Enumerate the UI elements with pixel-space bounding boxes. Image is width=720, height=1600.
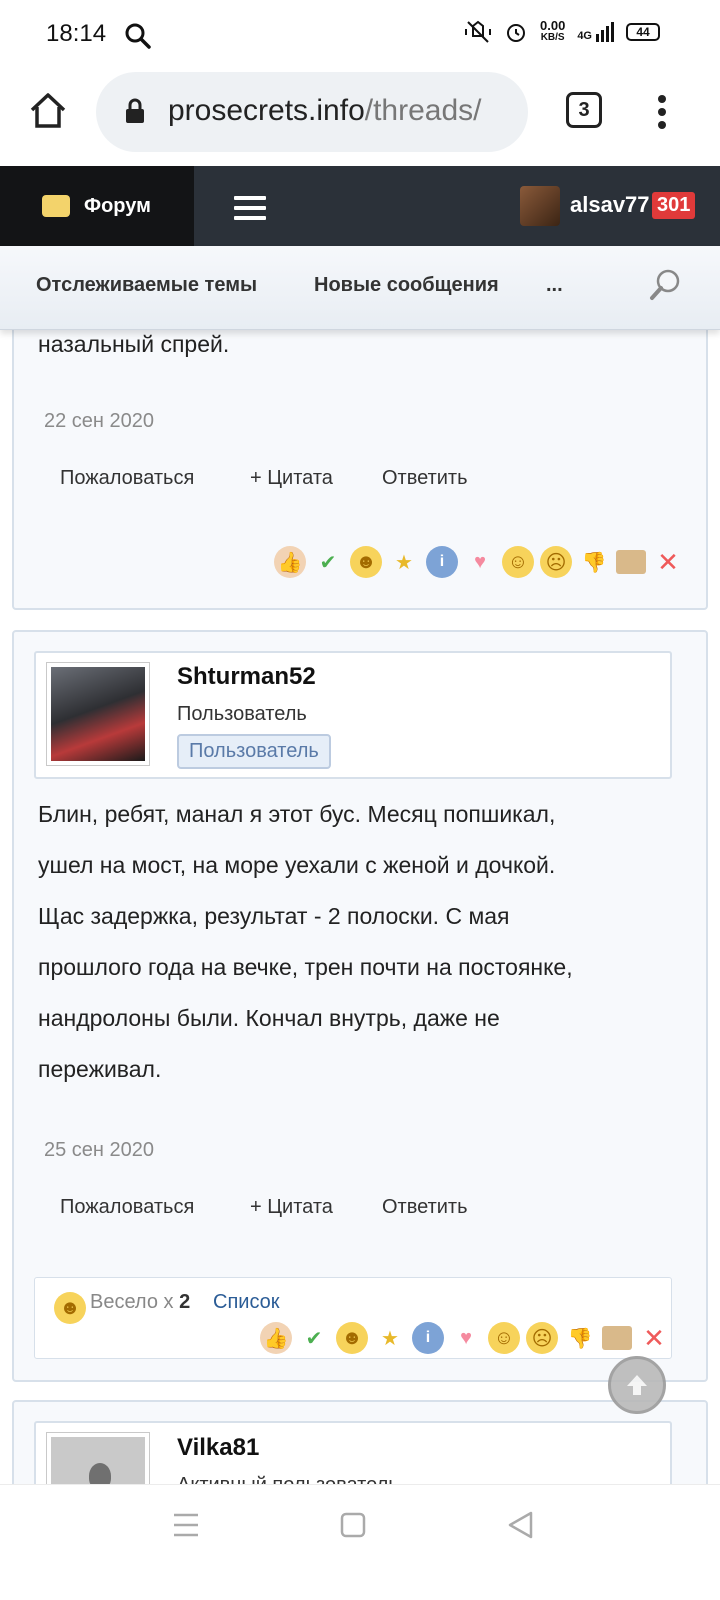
reaction-bar: 👍 ✔ ☻ ★ i ♥ ☺ ☹ 👎 ✕ <box>274 546 684 578</box>
mute-vibrate-icon <box>465 20 491 43</box>
wow-icon[interactable]: ☺ <box>488 1322 520 1354</box>
tab-watched-threads[interactable]: Отслеживаемые темы <box>36 274 257 297</box>
search-icon <box>125 23 151 49</box>
status-time: 18:14 <box>46 20 107 47</box>
tab-more[interactable]: ... <box>546 274 563 297</box>
heart-icon[interactable]: ♥ <box>464 546 496 578</box>
user-group-badge: Пользователь <box>177 734 331 769</box>
check-icon[interactable]: ✔ <box>298 1322 330 1354</box>
menu-icon[interactable] <box>234 196 266 220</box>
tabs-button[interactable]: 3 <box>566 92 602 128</box>
post-text-line: переживал. <box>38 1056 162 1082</box>
sad-icon[interactable]: ☹ <box>540 546 572 578</box>
check-icon[interactable]: ✔ <box>312 546 344 578</box>
reaction-bar: 👍 ✔ ☻ ★ i ♥ ☺ ☹ 👎 ✕ <box>260 1322 670 1354</box>
scroll-to-top-button[interactable] <box>608 1356 666 1414</box>
status-icons: 0.00 KB/S 4G 44 <box>464 18 660 44</box>
home-square-icon[interactable] <box>340 1512 366 1538</box>
chat-bubble-icon <box>42 195 70 217</box>
back-icon[interactable] <box>506 1510 534 1540</box>
cross-icon[interactable]: ✕ <box>638 1322 670 1354</box>
reply-button[interactable]: Ответить <box>382 1196 468 1219</box>
home-icon[interactable] <box>28 90 68 130</box>
lock-icon <box>126 98 144 123</box>
post-author[interactable]: Vilka81 <box>177 1434 259 1462</box>
laugh-icon: ☻ <box>54 1292 86 1324</box>
forum-home-link[interactable]: Форум <box>0 166 194 246</box>
reactions-list-link[interactable]: Список <box>213 1291 280 1314</box>
battery-icon: 44 <box>626 23 660 41</box>
alarm-icon <box>507 24 525 42</box>
post-author[interactable]: Shturman52 <box>177 663 316 691</box>
thumbs-down-icon[interactable]: 👎 <box>578 546 610 578</box>
box-icon[interactable] <box>602 1326 632 1350</box>
reply-button[interactable]: Ответить <box>382 467 468 490</box>
post-text-line: Блин, ребят, манал я этот бус. Месяц поп… <box>38 801 556 827</box>
tab-new-posts[interactable]: Новые сообщения <box>314 274 499 297</box>
post-text-line: прошлого года на вечке, трен почти на по… <box>38 954 573 980</box>
reaction-label: Весело x 2 <box>90 1291 191 1313</box>
network-speed: 0.00 KB/S <box>540 18 566 43</box>
thumbs-up-icon[interactable]: 👍 <box>260 1322 292 1354</box>
user-title: Пользователь <box>177 703 307 725</box>
star-medal-icon[interactable]: ★ <box>388 546 420 578</box>
thumbs-down-icon[interactable]: 👎 <box>564 1322 596 1354</box>
laugh-icon[interactable]: ☻ <box>336 1322 368 1354</box>
wow-icon[interactable]: ☺ <box>502 546 534 578</box>
system-navigation-bar <box>0 1484 720 1600</box>
report-button[interactable]: Пожаловаться <box>60 467 194 490</box>
more-options-icon[interactable] <box>656 94 668 130</box>
post-text-line: ушел на мост, на море уехали с женой и д… <box>38 852 556 878</box>
report-button[interactable]: Пожаловаться <box>60 1196 194 1219</box>
star-medal-icon[interactable]: ★ <box>374 1322 406 1354</box>
sad-icon[interactable]: ☹ <box>526 1322 558 1354</box>
user-avatar[interactable] <box>520 186 560 226</box>
avatar-photo <box>51 667 145 761</box>
signal-icon: 4G <box>577 22 614 42</box>
quote-button[interactable]: + Цитата <box>250 467 333 490</box>
post-date[interactable]: 22 сен 2020 <box>44 410 154 433</box>
recent-apps-icon[interactable] <box>172 1512 200 1538</box>
current-username[interactable]: alsav77 <box>570 192 650 218</box>
avatar[interactable] <box>46 662 150 766</box>
info-icon[interactable]: i <box>426 546 458 578</box>
url-text[interactable]: prosecrets.info/threads/ <box>168 94 514 128</box>
arrow-up-icon <box>627 1375 647 1395</box>
post-text-line: Щас задержка, результат - 2 полоски. С м… <box>38 903 510 929</box>
box-icon[interactable] <box>616 550 646 574</box>
quote-button[interactable]: + Цитата <box>250 1196 333 1219</box>
thumbs-up-icon[interactable]: 👍 <box>274 546 306 578</box>
heart-icon[interactable]: ♥ <box>450 1322 482 1354</box>
laugh-icon[interactable]: ☻ <box>350 546 382 578</box>
search-icon[interactable] <box>648 268 682 302</box>
info-icon[interactable]: i <box>412 1322 444 1354</box>
post-text-line: нандролоны были. Кончал внутрь, даже не <box>38 1005 500 1031</box>
forum-label: Форум <box>84 194 151 217</box>
cross-icon[interactable]: ✕ <box>652 546 684 578</box>
notification-badge[interactable]: 301 <box>652 192 696 219</box>
post-date[interactable]: 25 сен 2020 <box>44 1139 154 1162</box>
